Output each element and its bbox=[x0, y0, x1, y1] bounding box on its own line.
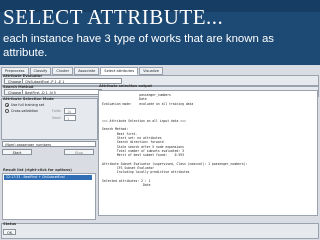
seed-label: Seed bbox=[52, 116, 61, 120]
status-panel bbox=[1, 223, 319, 239]
class-attribute-select[interactable]: (Nom) passenger_numbers bbox=[2, 141, 96, 147]
explorer-tab-bar: Preprocess Classify Cluster Associate Se… bbox=[1, 67, 164, 75]
stop-button[interactable]: Stop bbox=[64, 149, 94, 155]
output-title: Attribute selection output bbox=[99, 84, 152, 88]
tab-cluster[interactable]: Cluster bbox=[52, 67, 74, 75]
output-line: Date bbox=[102, 183, 151, 188]
tab-visualize[interactable]: Visualize bbox=[139, 67, 163, 75]
cross-validation-label: Cross-validation bbox=[11, 109, 39, 113]
result-list-item[interactable]: 22:17:33 - BestFirst + CfsSubsetEval bbox=[4, 175, 92, 180]
result-list[interactable]: 22:17:33 - BestFirst + CfsSubsetEval bbox=[2, 173, 96, 220]
folds-label: Folds bbox=[52, 109, 61, 113]
attribute-selection-output[interactable]: passenger_numbers Date Evaluation mode: … bbox=[98, 90, 318, 216]
tab-select-attributes[interactable]: Select attributes bbox=[100, 67, 139, 75]
slide-body-text: each instance have 3 type of works that … bbox=[3, 33, 275, 59]
cross-validation-radio[interactable] bbox=[5, 109, 9, 113]
result-list-title: Result list (right-click for options) bbox=[3, 168, 72, 172]
full-training-radio[interactable] bbox=[5, 103, 9, 107]
full-training-label: Use full training set bbox=[11, 103, 45, 107]
weka-explorer-window: Preprocess Classify Cluster Associate Se… bbox=[0, 65, 320, 240]
status-title: Status bbox=[3, 222, 17, 226]
search-config-field[interactable]: BestFirst -D 1 -N 5 bbox=[22, 89, 102, 95]
slide-title: SELECT ATTRIBUTE... bbox=[3, 5, 224, 29]
seed-input[interactable]: 1 bbox=[64, 115, 76, 121]
selection-mode-title: Attribute Selection Mode bbox=[3, 97, 54, 101]
tab-associate[interactable]: Associate bbox=[74, 67, 100, 75]
start-button[interactable]: Start bbox=[2, 149, 32, 155]
status-ok-button[interactable]: OK bbox=[3, 229, 17, 235]
folds-input[interactable]: 10 bbox=[64, 108, 76, 114]
